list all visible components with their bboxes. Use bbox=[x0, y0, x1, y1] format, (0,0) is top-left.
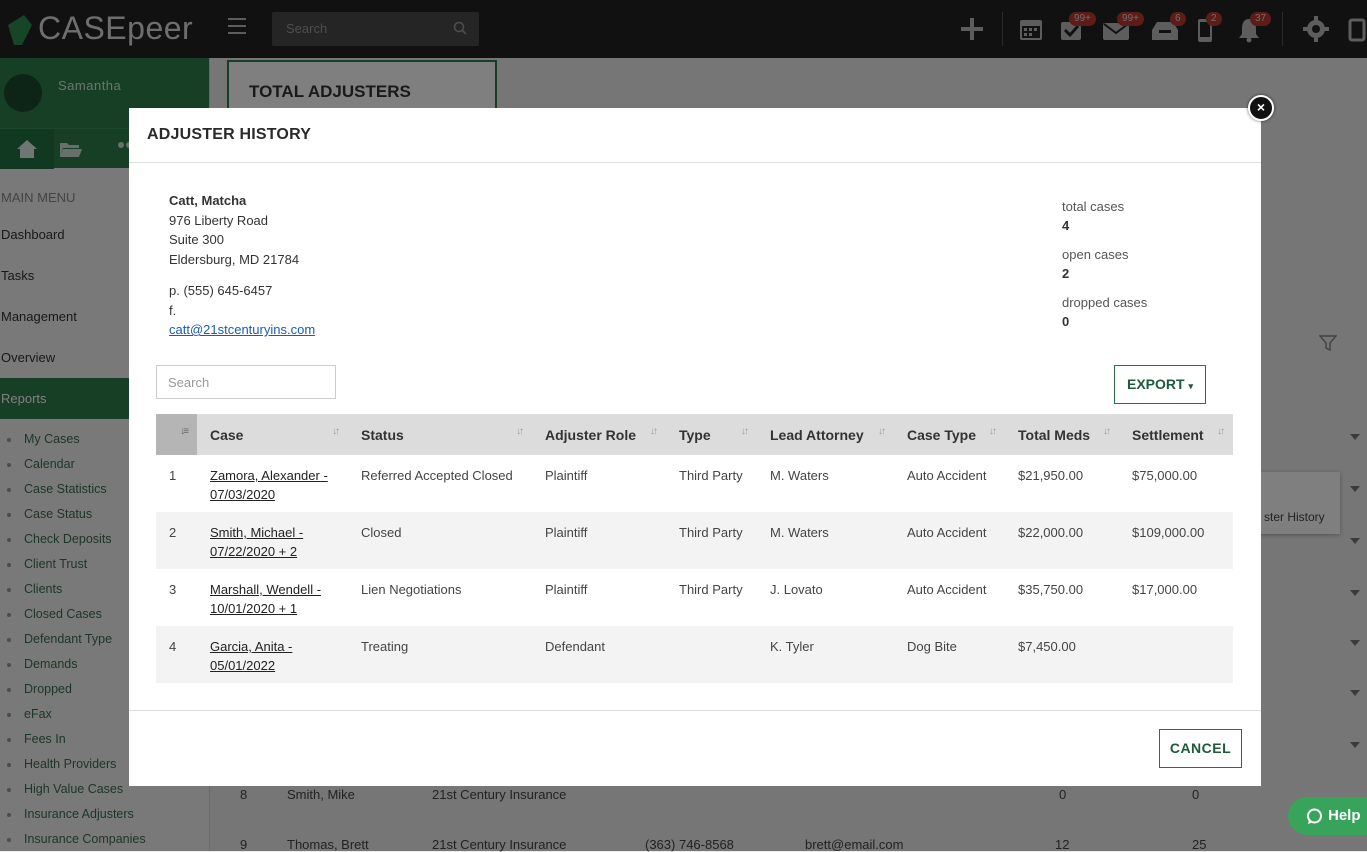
column-header-type[interactable]: Type ↓↑ bbox=[666, 414, 757, 455]
sort-icon: ↓↑ bbox=[650, 426, 658, 437]
column-header-case[interactable]: Case ↓↑ bbox=[197, 414, 348, 455]
lead-attorney-cell: K. Tyler bbox=[770, 639, 814, 654]
sort-icon: ↓↑ bbox=[989, 426, 997, 437]
case-cell: Zamora, Alexander -07/03/2020 bbox=[197, 455, 348, 512]
open-cases-value: 2 bbox=[1062, 266, 1070, 281]
export-label: EXPORT bbox=[1127, 376, 1185, 392]
fax-number: f. bbox=[169, 302, 177, 318]
close-icon: × bbox=[1256, 99, 1266, 115]
modal-title: ADJUSTER HISTORY bbox=[147, 126, 312, 143]
settlement-cell: $109,000.00 bbox=[1132, 525, 1205, 540]
status-cell: Treating bbox=[361, 639, 409, 654]
column-header-lead-attorney[interactable]: Lead Attorney ↓↑ bbox=[757, 414, 894, 455]
adjuster-name: Catt, Matcha bbox=[169, 193, 247, 208]
total-cases-label: total cases bbox=[1062, 199, 1125, 214]
adjuster-history-modal: ADJUSTER HISTORY Catt, Matcha 976 Libert… bbox=[129, 108, 1261, 786]
case-cell: Garcia, Anita -05/01/2022 bbox=[197, 626, 348, 683]
column-header-case-type[interactable]: Case Type ↓↑ bbox=[894, 414, 1005, 455]
total-meds-cell: $21,950.00 bbox=[1018, 468, 1084, 483]
column-header-settlement[interactable]: Settlement ↓↑ bbox=[1119, 414, 1233, 455]
case-cell: Smith, Michael -07/22/2020 + 2 bbox=[197, 512, 348, 569]
sort-ascending-icon: ↓≡ bbox=[180, 426, 189, 437]
total-meds-cell: $22,000.00 bbox=[1018, 525, 1084, 540]
help-button[interactable]: Help bbox=[1288, 797, 1367, 835]
case-stats: total cases 4 open cases 2 dropped cases… bbox=[1062, 199, 1147, 343]
row-number: 3 bbox=[169, 582, 177, 597]
row-number: 4 bbox=[169, 639, 177, 654]
table-row: 3 Marshall, Wendell -10/01/2020 + 1 Lien… bbox=[156, 569, 1233, 626]
export-button[interactable]: EXPORT ▾ bbox=[1114, 365, 1206, 404]
adjuster-contact-info: Catt, Matcha 976 Liberty Road Suite 300 … bbox=[169, 191, 315, 340]
help-label: Help bbox=[1328, 807, 1361, 824]
total-meds-cell: $7,450.00 bbox=[1018, 639, 1076, 654]
status-cell: Closed bbox=[361, 525, 402, 540]
lead-attorney-cell: M. Waters bbox=[770, 525, 829, 540]
case-cell: Marshall, Wendell -10/01/2020 + 1 bbox=[197, 569, 348, 626]
dropped-cases-value: 0 bbox=[1062, 314, 1070, 329]
lead-attorney-cell: M. Waters bbox=[770, 468, 829, 483]
dropped-cases-label: dropped cases bbox=[1062, 295, 1148, 310]
modal-search-placeholder: Search bbox=[168, 375, 210, 390]
case-link[interactable]: Zamora, Alexander -07/03/2020 bbox=[210, 468, 328, 502]
adjuster-role-cell: Plaintiff bbox=[545, 525, 588, 540]
address-line-1: 976 Liberty Road bbox=[169, 212, 269, 228]
type-cell: Third Party bbox=[679, 468, 743, 483]
sort-icon: ↓↑ bbox=[741, 426, 749, 437]
modal-search-input[interactable]: Search bbox=[156, 365, 336, 399]
caret-down-icon: ▾ bbox=[1188, 381, 1193, 391]
type-cell: Third Party bbox=[679, 582, 743, 597]
status-cell: Referred Accepted Closed bbox=[361, 468, 513, 483]
adjuster-history-table: ↓≡ Case ↓↑ Status ↓↑ Adjuster Role ↓↑ Type ↓… bbox=[156, 414, 1233, 683]
column-header-adjuster-role[interactable]: Adjuster Role ↓↑ bbox=[532, 414, 666, 455]
case-link[interactable]: Garcia, Anita -05/01/2022 bbox=[210, 639, 292, 673]
total-meds-cell: $35,750.00 bbox=[1018, 582, 1084, 597]
modal-footer: CANCEL bbox=[129, 710, 1261, 786]
case-link[interactable]: Smith, Michael -07/22/2020 + 2 bbox=[210, 525, 303, 559]
sort-icon: ↓↑ bbox=[1217, 426, 1225, 437]
row-number: 2 bbox=[169, 525, 177, 540]
case-type-cell: Auto Accident bbox=[907, 468, 987, 483]
phone-number: p. (555) 645-6457 bbox=[169, 283, 273, 298]
settlement-cell: $75,000.00 bbox=[1132, 468, 1198, 483]
email-link[interactable]: catt@21stcenturyins.com bbox=[169, 322, 315, 337]
total-cases-value: 4 bbox=[1062, 218, 1070, 233]
settlement-cell: $17,000.00 bbox=[1132, 582, 1198, 597]
adjuster-role-cell: Defendant bbox=[545, 639, 605, 654]
type-cell: Third Party bbox=[679, 525, 743, 540]
case-type-cell: Auto Accident bbox=[907, 582, 987, 597]
open-cases-label: open cases bbox=[1062, 247, 1129, 262]
case-link[interactable]: Marshall, Wendell -10/01/2020 + 1 bbox=[210, 582, 321, 616]
adjuster-role-cell: Plaintiff bbox=[545, 582, 588, 597]
adjuster-role-cell: Plaintiff bbox=[545, 468, 588, 483]
modal-header: ADJUSTER HISTORY bbox=[129, 108, 1261, 163]
column-header-index[interactable]: ↓≡ bbox=[156, 414, 197, 455]
chat-bubble-icon bbox=[1307, 808, 1322, 824]
table-row: 1 Zamora, Alexander -07/03/2020 Referred… bbox=[156, 455, 1233, 512]
column-header-total-meds[interactable]: Total Meds ↓↑ bbox=[1005, 414, 1119, 455]
modal-close-button[interactable]: × bbox=[1248, 95, 1274, 121]
table-row: 2 Smith, Michael -07/22/2020 + 2 Closed … bbox=[156, 512, 1233, 569]
cancel-button[interactable]: CANCEL bbox=[1159, 729, 1242, 768]
sort-icon: ↓↑ bbox=[878, 426, 886, 437]
lead-attorney-cell: J. Lovato bbox=[770, 582, 823, 597]
sort-icon: ↓↑ bbox=[1103, 426, 1111, 437]
row-number: 1 bbox=[169, 468, 177, 483]
type-cell bbox=[666, 626, 757, 683]
status-cell: Lien Negotiations bbox=[361, 582, 462, 597]
city-state-zip: Eldersburg, MD 21784 bbox=[169, 251, 300, 267]
settlement-cell bbox=[1119, 626, 1233, 683]
sort-icon: ↓↑ bbox=[332, 426, 340, 437]
address-line-2: Suite 300 bbox=[169, 232, 224, 247]
case-type-cell: Dog Bite bbox=[907, 639, 957, 654]
table-row: 4 Garcia, Anita -05/01/2022 Treating Def… bbox=[156, 626, 1233, 683]
table-header-row: ↓≡ Case ↓↑ Status ↓↑ Adjuster Role ↓↑ Type ↓… bbox=[156, 414, 1233, 455]
column-header-status[interactable]: Status ↓↑ bbox=[348, 414, 532, 455]
sort-icon: ↓↑ bbox=[516, 426, 524, 437]
case-type-cell: Auto Accident bbox=[907, 525, 987, 540]
